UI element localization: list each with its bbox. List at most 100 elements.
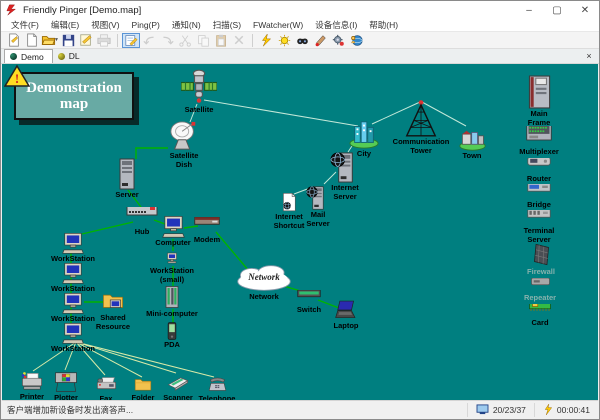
- notification-button[interactable]: [275, 33, 293, 48]
- computer-icon: [476, 404, 489, 415]
- tab-demo[interactable]: Demo: [4, 49, 53, 63]
- svg-text:!: !: [15, 71, 19, 86]
- tab-label: Demo: [21, 52, 44, 62]
- tab-close-icon[interactable]: ×: [583, 50, 595, 62]
- menu-help[interactable]: 帮助(H): [363, 19, 404, 31]
- app-icon: [6, 4, 18, 16]
- tab-dl[interactable]: DL: [53, 49, 88, 63]
- node-bridge[interactable]: Bridge: [507, 184, 571, 210]
- tab-bar: Demo DL ×: [1, 49, 599, 64]
- title-bar[interactable]: Friendly Pinger [Demo.map] – ▢ ✕: [1, 1, 599, 19]
- map-properties-button[interactable]: [77, 33, 95, 48]
- menu-scan[interactable]: 扫描(S): [207, 19, 247, 31]
- node-label: Network: [249, 293, 279, 302]
- node-label: Firewall: [527, 268, 555, 277]
- new-map-button[interactable]: [5, 33, 23, 48]
- node-workstation-1[interactable]: WorkStation: [41, 232, 105, 264]
- internet-shortcut-icon: [279, 192, 299, 212]
- warning-icon: !: [4, 64, 30, 88]
- app-window: Friendly Pinger [Demo.map] – ▢ ✕ 文件(F) 编…: [0, 0, 600, 420]
- map-canvas[interactable]: Demonstration map ! Satellite Satellite …: [2, 64, 598, 401]
- maximize-button[interactable]: ▢: [543, 1, 571, 19]
- node-town[interactable]: Town: [440, 124, 504, 161]
- terminal-server-icon: [526, 210, 552, 226]
- node-label: Modem: [194, 236, 220, 245]
- node-server[interactable]: Server: [95, 158, 159, 200]
- node-label: WorkStation: [51, 345, 95, 354]
- node-main-frame[interactable]: Main Frame: [522, 75, 556, 127]
- telephone-icon: [208, 375, 227, 394]
- device-counter-panel: 20/23/37: [468, 404, 534, 415]
- node-mini-computer[interactable]: Mini-computer: [140, 285, 204, 319]
- trace-button[interactable]: [329, 33, 347, 48]
- node-firewall[interactable]: Firewall: [509, 242, 573, 277]
- menu-ping[interactable]: Ping(P): [126, 20, 166, 30]
- map-sphere-icon: [10, 53, 17, 60]
- menu-device-info[interactable]: 设备信息(I): [309, 19, 363, 31]
- workstation-small-icon: [164, 250, 180, 266]
- node-label: Router: [527, 175, 551, 184]
- node-label: City: [357, 150, 371, 159]
- undo-button[interactable]: [140, 33, 158, 48]
- node-pda[interactable]: PDA: [140, 322, 204, 350]
- node-modem[interactable]: Modem: [175, 217, 239, 245]
- ping-button[interactable]: [257, 33, 275, 48]
- pda-icon: [163, 322, 181, 340]
- delete-button[interactable]: [230, 33, 248, 48]
- menu-view[interactable]: 视图(V): [85, 19, 125, 31]
- edit-mode-button[interactable]: [122, 33, 140, 48]
- cut-button[interactable]: [176, 33, 194, 48]
- menu-notify[interactable]: 通知(N): [166, 19, 207, 31]
- fwatcher-button[interactable]: [311, 33, 329, 48]
- menu-edit[interactable]: 编辑(E): [45, 19, 85, 31]
- node-label: Server: [115, 191, 138, 200]
- node-label: PDA: [164, 341, 180, 350]
- open-button[interactable]: ▼: [41, 33, 59, 48]
- node-router[interactable]: Router: [507, 158, 571, 184]
- node-label: Laptop: [334, 322, 359, 331]
- workstation-icon: [62, 262, 84, 284]
- lightning-icon: [543, 404, 553, 415]
- node-terminal-server[interactable]: Terminal Server: [519, 210, 559, 244]
- close-button[interactable]: ✕: [571, 1, 599, 19]
- map-dot-icon: [58, 53, 65, 60]
- node-telephone[interactable]: Telephone: [185, 375, 249, 401]
- node-label: Repeater: [524, 294, 556, 303]
- status-bar: 客户端增加新设备时发出滴答声... 20/23/37 00:00:41: [2, 400, 598, 418]
- node-card[interactable]: Card: [508, 304, 572, 328]
- new-button[interactable]: [23, 33, 41, 48]
- menu-file[interactable]: 文件(F): [5, 19, 45, 31]
- node-laptop[interactable]: Laptop: [314, 299, 378, 331]
- elapsed-time: 00:00:41: [557, 405, 590, 415]
- node-internet-server[interactable]: Internet Server: [325, 152, 365, 201]
- redo-button[interactable]: [158, 33, 176, 48]
- main-frame-icon: [522, 75, 556, 109]
- node-satellite[interactable]: Satellite: [167, 69, 231, 115]
- window-title: Friendly Pinger [Demo.map]: [23, 5, 515, 16]
- node-workstation-4[interactable]: WorkStation: [41, 322, 105, 354]
- device-info-button[interactable]: [347, 33, 365, 48]
- node-repeater[interactable]: Repeater: [508, 278, 572, 303]
- multiplexer-icon: [525, 126, 553, 147]
- laptop-icon: [335, 299, 357, 321]
- node-multiplexer[interactable]: Multiplexer: [506, 126, 572, 157]
- node-workstation-2[interactable]: WorkStation: [41, 262, 105, 294]
- node-label: Mini-computer: [146, 310, 198, 319]
- workstation-icon: [62, 292, 84, 314]
- bridge-icon: [526, 184, 552, 200]
- print-button[interactable]: [95, 33, 113, 48]
- save-button[interactable]: [59, 33, 77, 48]
- menu-fwatcher[interactable]: FWatcher(W): [247, 20, 309, 30]
- find-button[interactable]: [293, 33, 311, 48]
- toolbar-separator: [252, 34, 253, 47]
- node-label: Satellite: [185, 106, 214, 115]
- toolbar: ▼: [1, 32, 599, 49]
- paste-button[interactable]: [212, 33, 230, 48]
- node-label: Mail Server: [300, 211, 336, 228]
- minimize-button[interactable]: –: [515, 1, 543, 19]
- node-label: WorkStation (small): [146, 267, 198, 284]
- node-satellite-dish[interactable]: Satellite Dish: [161, 121, 207, 169]
- node-workstation-small[interactable]: WorkStation (small): [146, 250, 198, 284]
- copy-button[interactable]: [194, 33, 212, 48]
- satellite-icon: [181, 69, 217, 105]
